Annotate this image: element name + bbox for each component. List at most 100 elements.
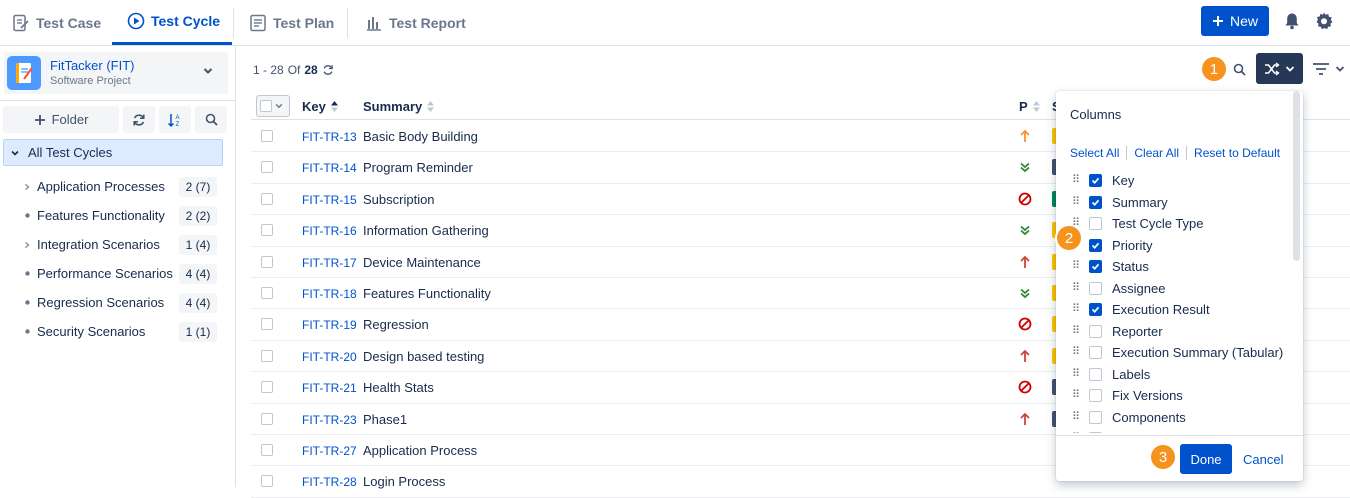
select-all-link[interactable]: Select All bbox=[1070, 146, 1119, 160]
drag-handle-icon[interactable]: ⠿ bbox=[1072, 196, 1080, 208]
test-cycle-key-link[interactable]: FIT-TR-17 bbox=[302, 256, 357, 270]
clear-all-link[interactable]: Clear All bbox=[1134, 146, 1179, 160]
test-cycle-key-link[interactable]: FIT-TR-23 bbox=[302, 413, 357, 427]
search-tree-button[interactable] bbox=[195, 106, 227, 133]
test-cycle-key-link[interactable]: FIT-TR-20 bbox=[302, 350, 357, 364]
row-checkbox[interactable] bbox=[261, 224, 273, 237]
folder-node[interactable]: Security Scenarios 1 (1) bbox=[0, 317, 236, 346]
column-option[interactable]: ⠿ Summary bbox=[1072, 192, 1302, 214]
drag-handle-icon[interactable]: ⠿ bbox=[1072, 347, 1080, 358]
column-option[interactable]: ⠿ Fix Versions bbox=[1072, 385, 1302, 407]
folder-node[interactable]: Features Functionality 2 (2) bbox=[0, 201, 236, 230]
refresh-tree-button[interactable] bbox=[123, 106, 155, 133]
drag-handle-icon[interactable]: ⠿ bbox=[1072, 411, 1080, 423]
row-checkbox[interactable] bbox=[261, 349, 273, 362]
column-option[interactable]: ⠿ Execution Result bbox=[1072, 299, 1302, 321]
test-cycle-key-link[interactable]: FIT-TR-27 bbox=[302, 444, 357, 458]
tab-test-cycle[interactable]: Test Cycle bbox=[112, 0, 232, 45]
test-cycle-key-link[interactable]: FIT-TR-14 bbox=[302, 161, 357, 175]
row-checkbox[interactable] bbox=[261, 443, 273, 456]
column-checkbox[interactable] bbox=[1089, 367, 1102, 381]
column-option[interactable]: ⠿ Labels bbox=[1072, 364, 1302, 386]
test-cycle-key-link[interactable]: FIT-TR-21 bbox=[302, 381, 357, 395]
row-checkbox[interactable] bbox=[261, 286, 273, 299]
column-checkbox[interactable] bbox=[1089, 238, 1102, 252]
tab-test-report[interactable]: Test Report bbox=[365, 0, 466, 45]
test-cycle-key-link[interactable]: FIT-TR-15 bbox=[302, 193, 357, 207]
chevron-right-icon[interactable] bbox=[24, 240, 30, 250]
column-checkbox[interactable] bbox=[1089, 217, 1102, 231]
column-checkbox[interactable] bbox=[1089, 432, 1102, 433]
done-button[interactable]: Done bbox=[1180, 444, 1232, 474]
folder-node[interactable]: Application Processes 2 (7) bbox=[0, 172, 236, 201]
row-checkbox[interactable] bbox=[261, 161, 273, 174]
folder-node[interactable]: Performance Scenarios 4 (4) bbox=[0, 259, 236, 288]
chevron-right-icon[interactable] bbox=[24, 182, 30, 192]
test-cycle-key-link[interactable]: FIT-TR-19 bbox=[302, 318, 357, 332]
test-cycle-key-link[interactable]: FIT-TR-16 bbox=[302, 224, 357, 238]
column-checkbox[interactable] bbox=[1089, 260, 1102, 274]
notifications-bell-icon[interactable] bbox=[1281, 10, 1303, 32]
column-header-summary[interactable]: Summary bbox=[363, 99, 435, 114]
select-all-rows-checkbox[interactable] bbox=[256, 95, 290, 117]
column-checkbox[interactable] bbox=[1089, 303, 1102, 317]
column-checkbox[interactable] bbox=[1089, 281, 1102, 295]
columns-toggle-button[interactable] bbox=[1256, 53, 1303, 84]
settings-gear-icon[interactable] bbox=[1313, 10, 1335, 32]
column-header-key[interactable]: Key bbox=[302, 99, 339, 114]
column-option[interactable]: ⠿ Assignee bbox=[1072, 278, 1302, 300]
column-checkbox[interactable] bbox=[1089, 389, 1102, 403]
column-option[interactable]: ⠿Sprint bbox=[1072, 428, 1302, 433]
sort-tree-button[interactable]: AZ bbox=[159, 106, 191, 133]
folder-node[interactable]: Regression Scenarios 4 (4) bbox=[0, 288, 236, 317]
tab-test-case[interactable]: Test Case bbox=[12, 0, 101, 45]
refresh-icon[interactable] bbox=[322, 64, 334, 76]
folder-node[interactable]: Integration Scenarios 1 (4) bbox=[0, 230, 236, 259]
project-selector[interactable]: FitTacker (FIT) Software Project bbox=[4, 52, 228, 94]
test-cycle-key-link[interactable]: FIT-TR-18 bbox=[302, 287, 357, 301]
row-checkbox[interactable] bbox=[261, 475, 273, 488]
drag-handle-icon[interactable]: ⠿ bbox=[1072, 261, 1080, 272]
columns-panel-actions: Select All Clear All Reset to Default bbox=[1070, 146, 1280, 160]
row-checkbox[interactable] bbox=[261, 130, 273, 142]
column-option[interactable]: ⠿ Test Cycle Type bbox=[1072, 213, 1302, 235]
row-checkbox[interactable] bbox=[261, 255, 273, 268]
column-option[interactable]: ⠿ Key bbox=[1072, 170, 1302, 192]
row-checkbox[interactable] bbox=[261, 412, 273, 425]
column-option[interactable]: ⠿ Execution Summary (Tabular) bbox=[1072, 342, 1302, 364]
test-cycle-key-link[interactable]: FIT-TR-28 bbox=[302, 475, 357, 489]
column-option[interactable]: ⠿ Status bbox=[1072, 256, 1302, 278]
drag-handle-icon[interactable]: ⠿ bbox=[1072, 390, 1080, 401]
column-option[interactable]: ⠿ Reporter bbox=[1072, 321, 1302, 343]
table-search-button[interactable] bbox=[1230, 60, 1248, 78]
row-checkbox[interactable] bbox=[261, 318, 273, 331]
reset-to-default-link[interactable]: Reset to Default bbox=[1194, 146, 1280, 160]
column-checkbox[interactable] bbox=[1089, 174, 1102, 188]
column-checkbox[interactable] bbox=[1089, 324, 1102, 338]
test-cycle-key-link[interactable]: FIT-TR-13 bbox=[302, 130, 357, 144]
filter-button[interactable] bbox=[1309, 59, 1347, 79]
column-checkbox[interactable] bbox=[1089, 346, 1102, 360]
column-header-priority[interactable]: P bbox=[1019, 99, 1041, 114]
test-cycle-summary: Basic Body Building bbox=[363, 129, 478, 144]
row-checkbox[interactable] bbox=[261, 192, 273, 205]
drag-handle-icon[interactable]: ⠿ bbox=[1072, 304, 1080, 315]
column-options-list: ⠿Key⠿Summary⠿Test Cycle Type⠿Priority⠿St… bbox=[1072, 170, 1302, 433]
row-checkbox[interactable] bbox=[261, 381, 273, 394]
drag-handle-icon[interactable]: ⠿ bbox=[1072, 282, 1080, 294]
drag-handle-icon[interactable]: ⠿ bbox=[1072, 368, 1080, 380]
drag-handle-icon[interactable]: ⠿ bbox=[1072, 325, 1080, 337]
column-checkbox[interactable] bbox=[1089, 410, 1102, 424]
column-option[interactable]: ⠿ Components bbox=[1072, 407, 1302, 429]
cancel-button[interactable]: Cancel bbox=[1243, 452, 1283, 467]
folder-label: Regression Scenarios bbox=[37, 295, 165, 310]
test-cycle-summary: Program Reminder bbox=[363, 160, 473, 176]
columns-scrollbar[interactable] bbox=[1293, 91, 1300, 261]
column-option[interactable]: ⠿Priority bbox=[1072, 235, 1302, 257]
all-test-cycles-node[interactable]: All Test Cycles bbox=[3, 139, 223, 166]
add-folder-button[interactable]: Folder bbox=[3, 106, 119, 133]
column-checkbox[interactable] bbox=[1089, 195, 1102, 209]
drag-handle-icon[interactable]: ⠿ bbox=[1072, 175, 1080, 186]
tab-test-plan[interactable]: Test Plan bbox=[249, 0, 334, 45]
new-button[interactable]: New bbox=[1201, 6, 1269, 36]
